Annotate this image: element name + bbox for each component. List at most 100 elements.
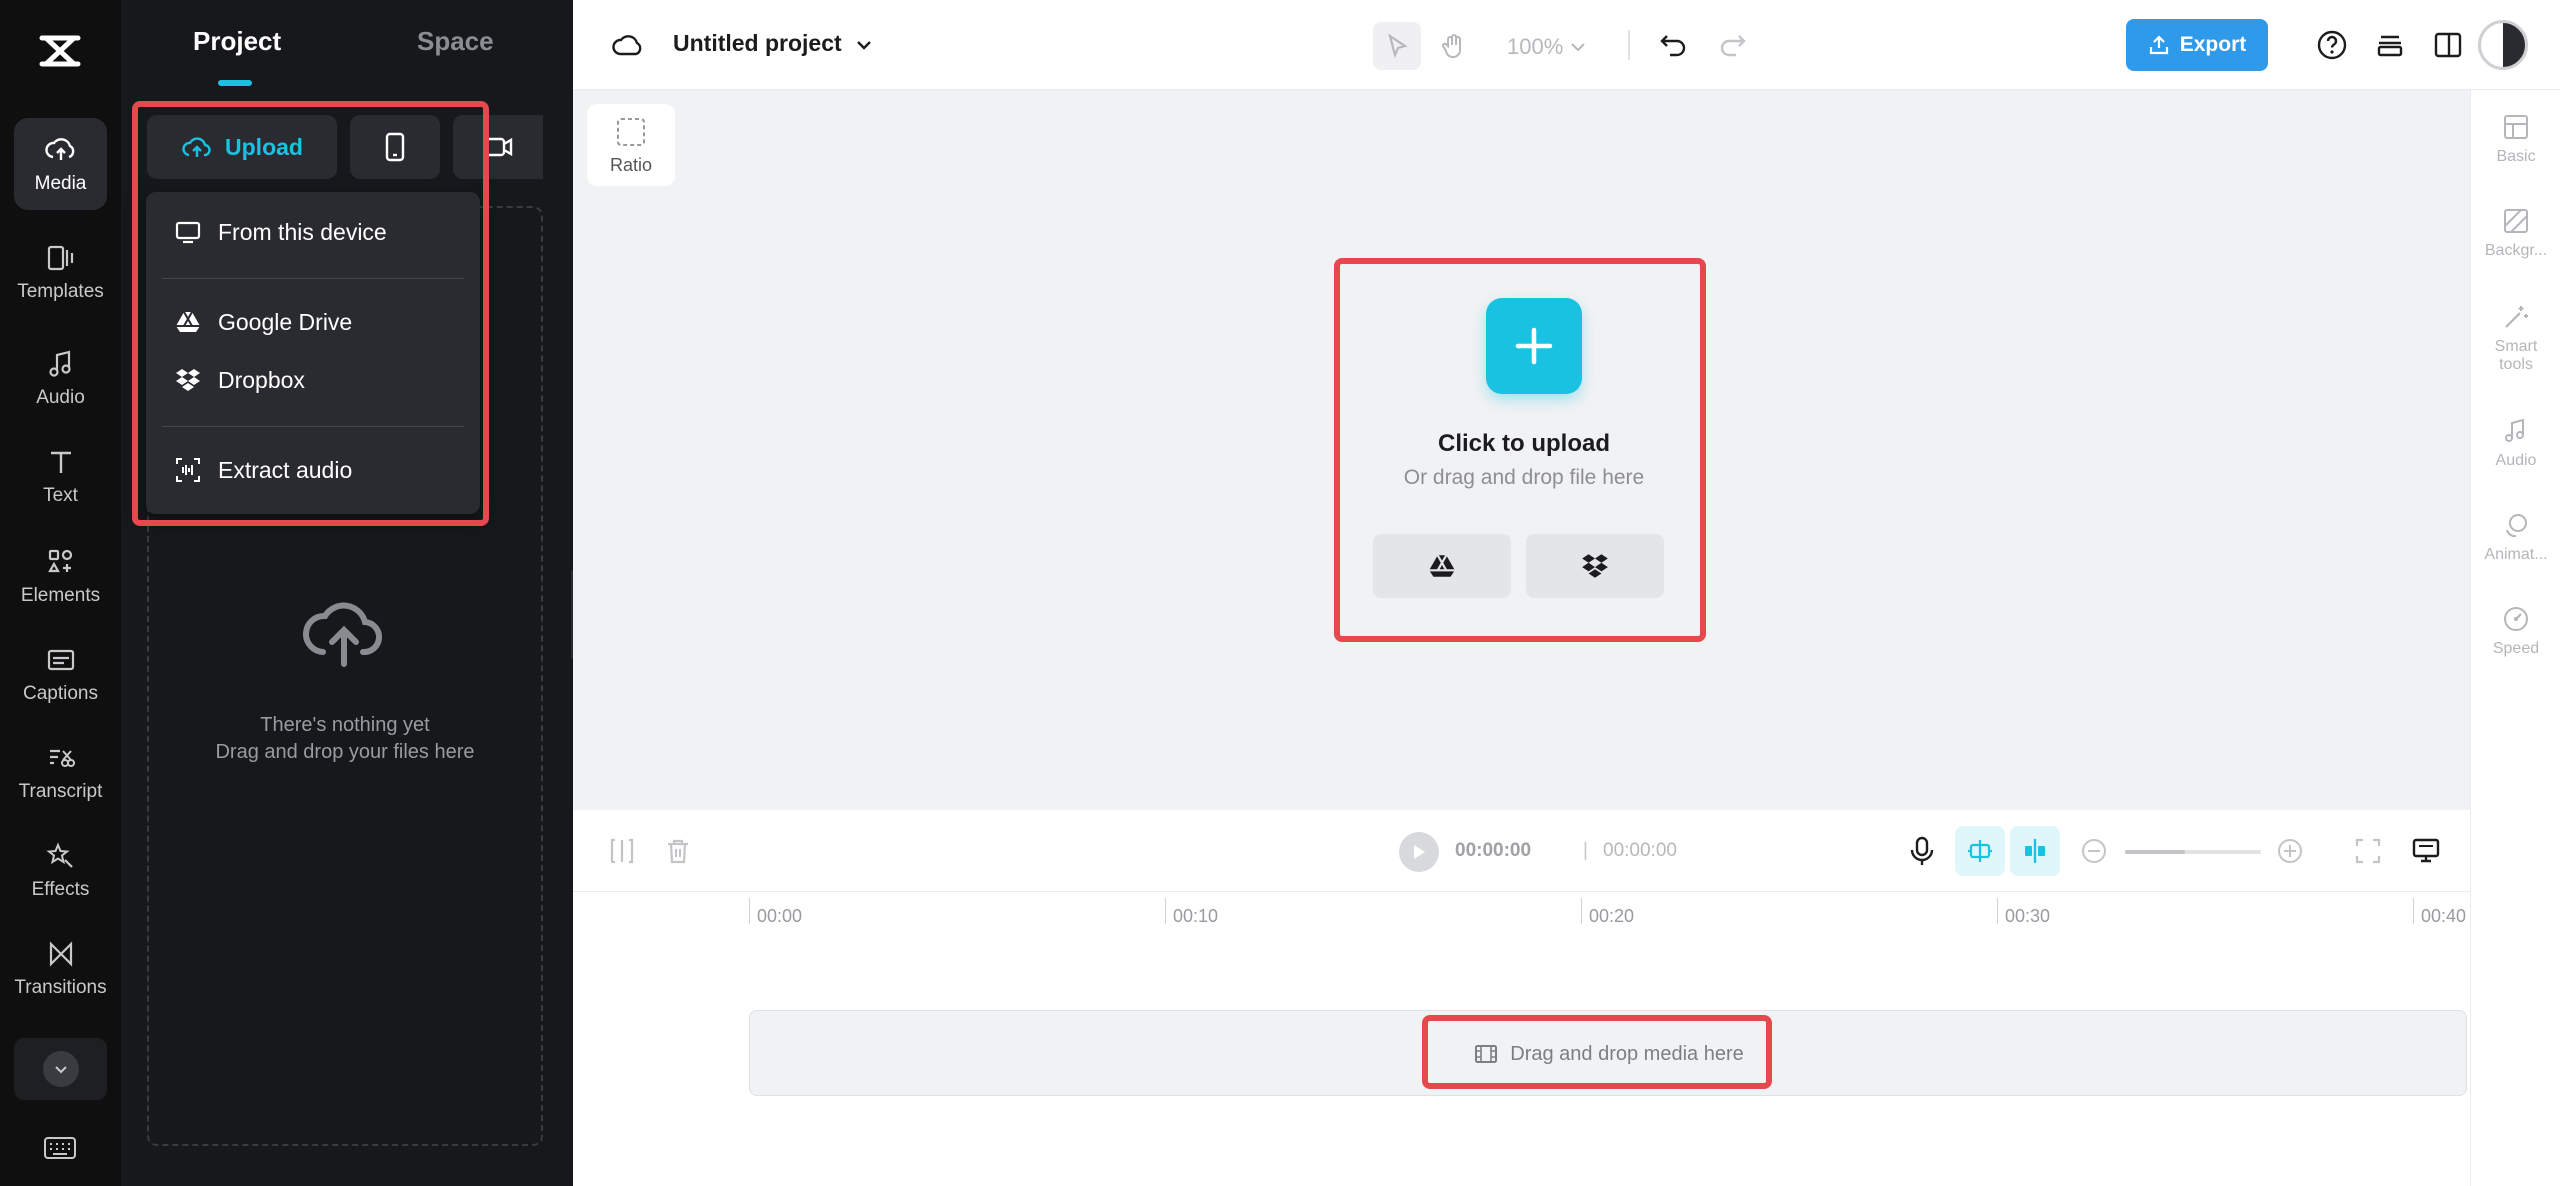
- select-tool-button[interactable]: [1373, 22, 1421, 70]
- menu-item-extract-audio[interactable]: Extract audio: [174, 456, 352, 484]
- camera-icon: [483, 137, 513, 157]
- zoom-level[interactable]: 100%: [1507, 34, 1587, 60]
- rail-item-transitions[interactable]: Transitions: [14, 922, 107, 1014]
- google-drive-icon: [1429, 554, 1455, 577]
- tick-mark: [1997, 898, 1998, 924]
- menu-item-google-drive[interactable]: Google Drive: [174, 308, 352, 336]
- zoom-slider-fill: [2125, 850, 2185, 854]
- export-label: Export: [2179, 33, 2247, 56]
- menu-item-dropbox[interactable]: Dropbox: [174, 366, 305, 394]
- tick-mark: [1165, 898, 1166, 924]
- right-item-label: Smart tools: [2494, 338, 2538, 373]
- phone-upload-button[interactable]: [350, 115, 440, 179]
- dropbox-button[interactable]: [1526, 534, 1664, 598]
- rail-item-templates[interactable]: Templates: [14, 226, 107, 318]
- rail-item-label: Elements: [20, 585, 101, 606]
- ratio-button[interactable]: Ratio: [587, 104, 675, 186]
- right-item-label: Audio: [2495, 452, 2537, 469]
- right-item-basic[interactable]: Basic: [2471, 112, 2560, 166]
- chevron-down-icon[interactable]: [853, 34, 875, 56]
- zoom-in-icon[interactable]: [2273, 834, 2307, 868]
- media-panel: Project Space Upload There's nothing yet…: [121, 0, 573, 1186]
- split-icon[interactable]: [605, 834, 639, 868]
- captions-icon: [47, 649, 74, 671]
- menu-item-from-device[interactable]: From this device: [174, 218, 387, 246]
- rail-item-media[interactable]: Media: [14, 118, 107, 210]
- rail-item-transcript[interactable]: Transcript: [14, 726, 107, 818]
- add-media-button[interactable]: [1486, 298, 1582, 394]
- zoom-out-icon[interactable]: [2077, 834, 2111, 868]
- hand-tool-button[interactable]: [1429, 22, 1477, 70]
- dropbox-icon: [1582, 554, 1608, 578]
- keyboard-icon[interactable]: [42, 1134, 78, 1162]
- project-title[interactable]: Untitled project: [673, 30, 842, 57]
- menu-item-label: Google Drive: [218, 308, 353, 335]
- tick-label: 00:20: [1589, 906, 1635, 926]
- right-item-animation[interactable]: Animat...: [2471, 510, 2560, 564]
- dropbox-icon: [176, 369, 200, 391]
- speed-icon: [2504, 607, 2528, 631]
- cloud-icon[interactable]: [611, 30, 645, 60]
- empty-state-text: There's nothing yet Drag and drop your f…: [147, 712, 543, 766]
- auto-snap-toggle[interactable]: [1955, 826, 2005, 876]
- rail-item-label: Transcript: [18, 781, 103, 802]
- undo-icon[interactable]: [1657, 28, 1691, 62]
- magic-wand-icon: [2505, 306, 2528, 328]
- right-item-smart-tools[interactable]: Smart tools: [2471, 302, 2560, 374]
- menu-divider: [162, 278, 464, 279]
- canvas-area[interactable]: Ratio Click to upload Or drag and drop f…: [573, 90, 2470, 810]
- fullscreen-icon[interactable]: [2351, 834, 2385, 868]
- microphone-icon[interactable]: [1905, 834, 1939, 868]
- layers-icon[interactable]: [2373, 28, 2407, 62]
- tab-project[interactable]: Project: [193, 26, 281, 57]
- right-item-background[interactable]: Backgr...: [2471, 206, 2560, 260]
- right-item-label: Speed: [2492, 640, 2540, 657]
- film-icon: [1475, 1045, 1498, 1063]
- export-button[interactable]: Export: [2126, 19, 2268, 71]
- ratio-label: Ratio: [609, 154, 653, 175]
- plus-icon: [1515, 327, 1553, 365]
- rail-more-button[interactable]: [14, 1038, 107, 1100]
- monitor-icon: [175, 221, 201, 244]
- timeline-zoom-slider[interactable]: [2125, 850, 2261, 854]
- tick-label: 00:10: [1173, 906, 1219, 926]
- caption-preview-icon[interactable]: [2409, 834, 2443, 868]
- rail-item-elements[interactable]: Elements: [14, 530, 107, 622]
- right-item-label: Backgr...: [2484, 242, 2548, 259]
- cloud-upload-icon: [182, 137, 211, 157]
- avatar[interactable]: [2478, 20, 2528, 70]
- capcut-logo-icon[interactable]: [36, 30, 84, 72]
- tab-space[interactable]: Space: [417, 26, 494, 57]
- rail-item-effects[interactable]: Effects: [14, 824, 107, 916]
- panel-tabs: Project Space: [121, 0, 573, 90]
- rail-item-label: Transitions: [14, 977, 107, 998]
- hand-icon: [1442, 34, 1462, 59]
- cloud-upload-icon: [302, 602, 383, 667]
- play-button[interactable]: [1399, 832, 1439, 872]
- google-drive-button[interactable]: [1373, 534, 1511, 598]
- right-item-speed[interactable]: Speed: [2471, 604, 2560, 658]
- right-sidebar: Basic Backgr... Smart tools Audio Animat…: [2470, 90, 2560, 1186]
- tick-mark: [749, 898, 750, 924]
- cloud-upload-icon: [44, 138, 74, 160]
- rail-item-label: Effects: [31, 879, 90, 900]
- panel-layout-icon[interactable]: [2431, 28, 2465, 62]
- link-toggle[interactable]: [2010, 826, 2060, 876]
- tick-label: 00:30: [2005, 906, 2051, 926]
- help-icon[interactable]: [2315, 28, 2349, 62]
- music-note-icon: [48, 350, 71, 377]
- rail-item-captions[interactable]: Captions: [14, 628, 107, 720]
- redo-icon[interactable]: [1715, 28, 1749, 62]
- music-note-icon: [2505, 418, 2524, 442]
- rail-item-text[interactable]: Text: [14, 430, 107, 522]
- tick-mark: [1581, 898, 1582, 924]
- upload-button[interactable]: Upload: [147, 115, 337, 179]
- trash-icon[interactable]: [661, 834, 695, 868]
- rail-item-audio[interactable]: Audio: [14, 332, 107, 424]
- right-item-audio[interactable]: Audio: [2471, 416, 2560, 470]
- record-button[interactable]: [453, 115, 543, 179]
- media-track-dropzone[interactable]: Drag and drop media here: [749, 1010, 2467, 1096]
- upload-card[interactable]: Click to upload Or drag and drop file he…: [1340, 260, 1696, 628]
- export-icon: [2149, 35, 2168, 55]
- timeline[interactable]: 00:00 00:10 00:20 00:30 00:40 Drag and d…: [573, 892, 2470, 1186]
